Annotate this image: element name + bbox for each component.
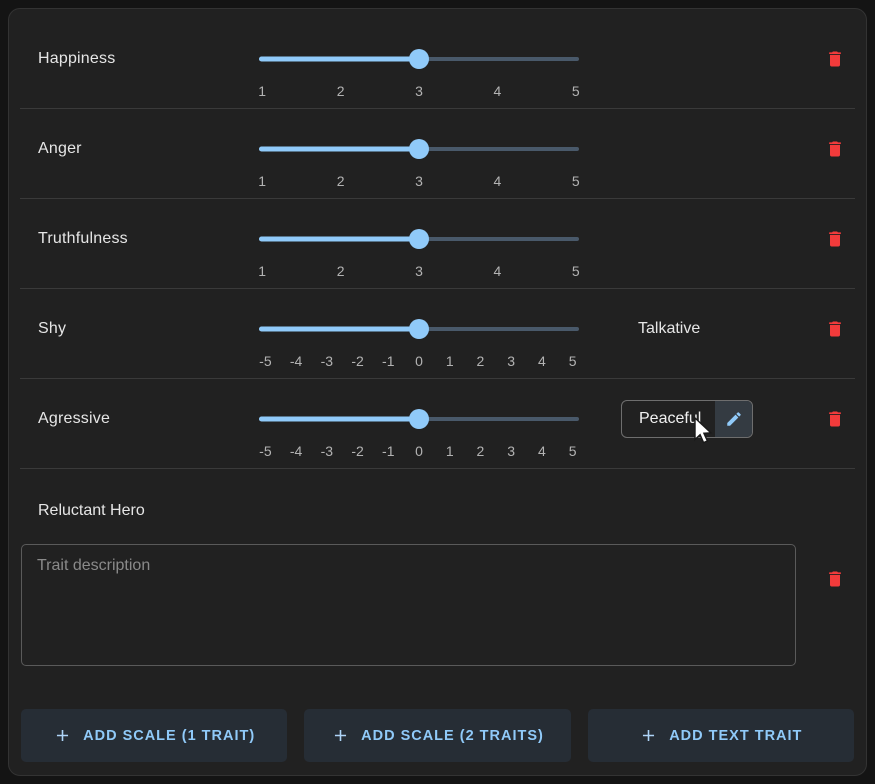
truthfulness-slider[interactable] bbox=[259, 227, 579, 251]
slider-tick-labels: 1 2 3 4 5 bbox=[259, 83, 579, 100]
tick-label: -1 bbox=[382, 353, 394, 369]
tick-label: 2 bbox=[337, 263, 345, 279]
plus-icon bbox=[331, 726, 350, 745]
trait-right-label: Talkative bbox=[638, 320, 700, 338]
tick-label: -5 bbox=[259, 353, 271, 369]
trait-row-happiness: Happiness 1 2 3 4 5 bbox=[20, 19, 855, 109]
tick-label: -2 bbox=[351, 443, 363, 459]
tick-label: 5 bbox=[569, 353, 577, 369]
tick-label: 3 bbox=[415, 263, 423, 279]
delete-trait-button[interactable] bbox=[821, 45, 849, 73]
tick-label: -4 bbox=[290, 353, 302, 369]
slider-tick-labels: -5 -4 -3 -2 -1 0 1 2 3 4 5 bbox=[259, 443, 579, 460]
shy-talkative-slider[interactable] bbox=[259, 317, 579, 341]
slider-thumb[interactable] bbox=[409, 139, 429, 159]
tick-label: 1 bbox=[446, 353, 454, 369]
tick-label: 2 bbox=[477, 353, 485, 369]
tick-label: 0 bbox=[415, 443, 423, 459]
tick-label: 5 bbox=[572, 83, 580, 99]
slider-tick-labels: 1 2 3 4 5 bbox=[259, 173, 579, 190]
happiness-slider[interactable] bbox=[259, 47, 579, 71]
slider-fill bbox=[259, 417, 419, 422]
agressive-peaceful-slider[interactable] bbox=[259, 407, 579, 431]
trait-label: Happiness bbox=[38, 50, 115, 68]
tick-label: 3 bbox=[507, 443, 515, 459]
trait-label: Reluctant Hero bbox=[38, 502, 145, 520]
trait-row-shy-talkative: Shy -5 -4 -3 -2 -1 0 1 2 3 4 5 Talkative bbox=[20, 289, 855, 379]
tick-label: 2 bbox=[337, 83, 345, 99]
slider-thumb[interactable] bbox=[409, 319, 429, 339]
trait-label: Agressive bbox=[38, 410, 110, 428]
anger-slider[interactable] bbox=[259, 137, 579, 161]
tick-label: -4 bbox=[290, 443, 302, 459]
tick-label: -3 bbox=[321, 353, 333, 369]
slider-thumb[interactable] bbox=[409, 409, 429, 429]
trait-right-label: Peaceful bbox=[622, 401, 715, 437]
slider-fill bbox=[259, 147, 419, 152]
slider-tick-labels: -5 -4 -3 -2 -1 0 1 2 3 4 5 bbox=[259, 353, 579, 370]
tick-label: 5 bbox=[572, 263, 580, 279]
trait-row-anger: Anger 1 2 3 4 5 bbox=[20, 109, 855, 199]
delete-trait-button[interactable] bbox=[821, 565, 849, 593]
trait-description-textarea[interactable] bbox=[21, 544, 796, 666]
tick-label: 4 bbox=[538, 443, 546, 459]
tick-label: -2 bbox=[351, 353, 363, 369]
trait-row-agressive-peaceful: Agressive -5 -4 -3 -2 -1 0 1 2 3 4 5 Pea… bbox=[20, 379, 855, 469]
text-trait-row: Reluctant Hero bbox=[20, 469, 855, 709]
add-trait-actions: Add scale (1 trait) Add scale (2 traits)… bbox=[21, 709, 854, 762]
slider-thumb[interactable] bbox=[409, 229, 429, 249]
trait-row-truthfulness: Truthfulness 1 2 3 4 5 bbox=[20, 199, 855, 289]
button-label: Add text trait bbox=[669, 728, 802, 744]
trash-icon bbox=[825, 229, 845, 249]
slider-fill bbox=[259, 57, 419, 62]
button-label: Add scale (2 traits) bbox=[361, 728, 544, 744]
add-scale-2-traits-button[interactable]: Add scale (2 traits) bbox=[304, 709, 570, 762]
delete-trait-button[interactable] bbox=[821, 315, 849, 343]
tick-label: 1 bbox=[258, 83, 266, 99]
tick-label: 4 bbox=[493, 173, 501, 189]
trash-icon bbox=[825, 569, 845, 589]
tick-label: 4 bbox=[493, 83, 501, 99]
trash-icon bbox=[825, 49, 845, 69]
tick-label: 1 bbox=[258, 173, 266, 189]
tick-label: 5 bbox=[569, 443, 577, 459]
tick-label: 2 bbox=[337, 173, 345, 189]
edit-label-button[interactable] bbox=[715, 401, 752, 437]
pencil-icon bbox=[725, 410, 743, 428]
trait-label: Anger bbox=[38, 140, 82, 158]
character-traits-panel: Happiness 1 2 3 4 5 Anger 1 2 bbox=[8, 8, 867, 776]
slider-fill bbox=[259, 237, 419, 242]
editable-right-label-chip: Peaceful bbox=[621, 400, 753, 438]
delete-trait-button[interactable] bbox=[821, 405, 849, 433]
tick-label: 1 bbox=[258, 263, 266, 279]
slider-thumb[interactable] bbox=[409, 49, 429, 69]
tick-label: 1 bbox=[446, 443, 454, 459]
slider-tick-labels: 1 2 3 4 5 bbox=[259, 263, 579, 280]
delete-trait-button[interactable] bbox=[821, 135, 849, 163]
tick-label: 3 bbox=[507, 353, 515, 369]
tick-label: -3 bbox=[321, 443, 333, 459]
add-scale-1-trait-button[interactable]: Add scale (1 trait) bbox=[21, 709, 287, 762]
trait-label: Shy bbox=[38, 320, 66, 338]
trash-icon bbox=[825, 409, 845, 429]
tick-label: 2 bbox=[477, 443, 485, 459]
trash-icon bbox=[825, 319, 845, 339]
plus-icon bbox=[53, 726, 72, 745]
trait-label: Truthfulness bbox=[38, 230, 128, 248]
tick-label: 3 bbox=[415, 173, 423, 189]
trash-icon bbox=[825, 139, 845, 159]
plus-icon bbox=[639, 726, 658, 745]
tick-label: 3 bbox=[415, 83, 423, 99]
button-label: Add scale (1 trait) bbox=[83, 728, 255, 744]
tick-label: 4 bbox=[493, 263, 501, 279]
add-text-trait-button[interactable]: Add text trait bbox=[588, 709, 854, 762]
tick-label: -1 bbox=[382, 443, 394, 459]
tick-label: -5 bbox=[259, 443, 271, 459]
tick-label: 5 bbox=[572, 173, 580, 189]
tick-label: 0 bbox=[415, 353, 423, 369]
tick-label: 4 bbox=[538, 353, 546, 369]
delete-trait-button[interactable] bbox=[821, 225, 849, 253]
slider-fill bbox=[259, 327, 419, 332]
